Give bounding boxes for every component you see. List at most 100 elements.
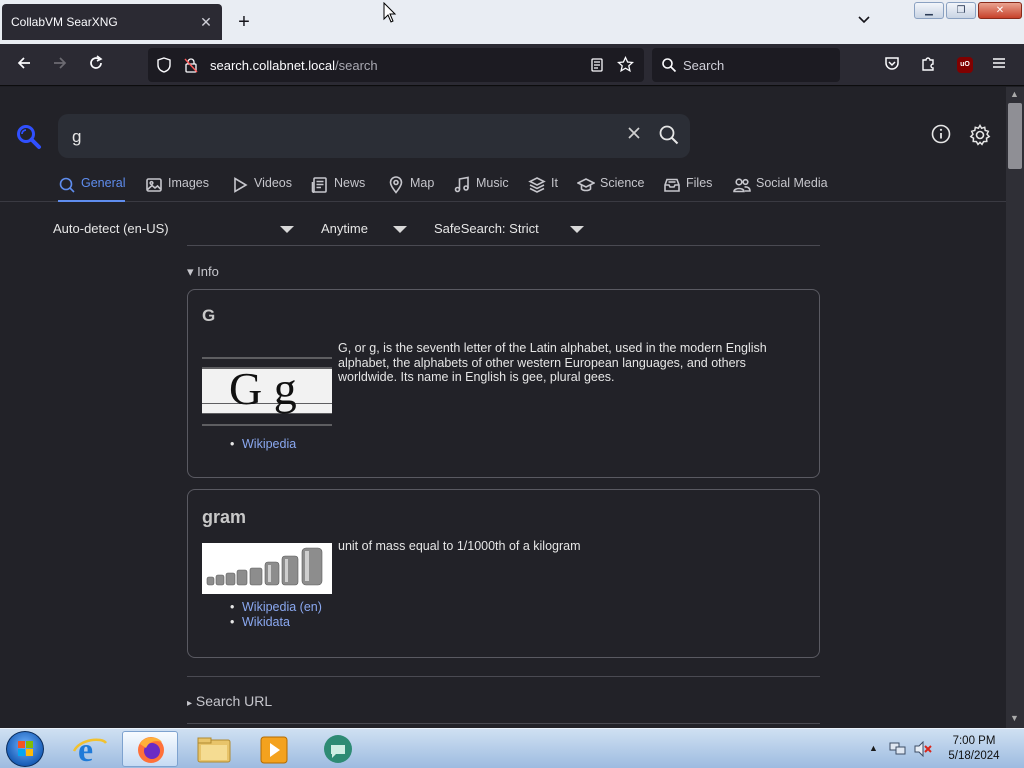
safesearch-value: SafeSearch: Strict <box>434 221 539 236</box>
url-bar[interactable]: search.collabnet.local/search <box>148 48 644 82</box>
search-input[interactable]: g <box>58 114 690 158</box>
infobox-g: G G g G, or g, is the seventh letter of … <box>187 289 820 478</box>
reload-icon[interactable] <box>85 54 107 76</box>
tab-files-label: Files <box>686 176 713 190</box>
internet-explorer-icon[interactable]: e <box>62 731 118 768</box>
browser-tab[interactable]: CollabVM SearXNG ✕ <box>2 4 222 40</box>
search-url-label: Search URL <box>195 693 273 709</box>
tab-news[interactable]: News <box>311 176 365 202</box>
play-icon <box>234 177 248 193</box>
clock-date: 5/18/2024 <box>948 750 1000 762</box>
tab-it-label: It <box>551 176 558 190</box>
infobox-gram: gram unit of mass equal to 1/1000th of a… <box>187 489 820 658</box>
url-host: search.collabnet.local <box>210 58 336 73</box>
tab-map[interactable]: Map <box>387 176 434 202</box>
extensions-puzzle-icon[interactable] <box>917 54 939 76</box>
infobox-title: gram <box>202 507 247 527</box>
tab-science[interactable]: Science <box>577 176 644 202</box>
weights-image[interactable] <box>202 543 332 594</box>
minimize-button[interactable]: ▁ <box>914 2 944 19</box>
search-icon <box>59 177 75 193</box>
results-divider <box>187 676 820 677</box>
shield-icon[interactable] <box>156 57 172 78</box>
about-info-icon[interactable] <box>930 123 954 147</box>
ublock-origin-icon[interactable]: uO <box>957 57 973 73</box>
tab-news-label: News <box>334 176 366 190</box>
back-arrow-icon[interactable] <box>13 54 35 76</box>
clear-search-icon[interactable] <box>624 125 644 145</box>
people-icon <box>733 178 751 193</box>
restore-button[interactable]: ❐ <box>946 2 976 19</box>
pocket-icon[interactable] <box>881 54 903 76</box>
tab-videos-label: Videos <box>254 176 292 190</box>
file-tray-icon <box>664 178 680 192</box>
wikipedia-link[interactable]: Wikipedia <box>230 437 296 451</box>
reader-view-icon[interactable] <box>589 57 605 78</box>
info-section-toggle[interactable]: ▾ Info <box>187 264 219 280</box>
tab-close-icon[interactable]: ✕ <box>198 14 214 30</box>
newspaper-icon <box>311 177 327 193</box>
network-icon[interactable] <box>889 741 907 762</box>
scroll-down-arrow-icon[interactable]: ▼ <box>1010 713 1019 723</box>
searxng-logo-icon[interactable] <box>15 123 43 151</box>
list-all-tabs-icon[interactable] <box>856 12 872 28</box>
mouse-cursor-icon <box>383 2 397 23</box>
search-url-toggle[interactable]: ▸ Search URL <box>187 693 272 709</box>
hamburger-menu-icon[interactable] <box>988 54 1010 76</box>
forward-arrow-icon[interactable] <box>49 54 71 76</box>
navigation-toolbar: search.collabnet.local/search Search uO <box>0 44 1024 86</box>
letter-g-image-text: G g <box>229 363 297 414</box>
search-url-triangle-icon: ▸ <box>187 698 193 709</box>
tab-general-label: General <box>81 176 126 190</box>
chat-app-icon[interactable] <box>310 731 366 767</box>
start-button-icon[interactable] <box>6 731 44 767</box>
window-controls: ▁ ❐ ✕ <box>914 2 1022 19</box>
language-select[interactable]: Auto-detect (en-US) <box>53 221 169 241</box>
tab-images[interactable]: Images <box>145 176 209 202</box>
time-range-select[interactable]: Anytime <box>321 221 368 241</box>
filters-divider <box>187 245 820 246</box>
tab-social-media[interactable]: Social Media <box>733 176 828 202</box>
wikidata-link[interactable]: Wikidata <box>230 615 290 629</box>
wikipedia-en-link[interactable]: Wikipedia (en) <box>230 600 322 614</box>
new-tab-button[interactable]: + <box>234 12 254 32</box>
safesearch-dropdown-chevron-icon[interactable] <box>570 226 584 233</box>
volume-muted-icon[interactable] <box>913 740 933 762</box>
tab-music-label: Music <box>476 176 509 190</box>
close-window-button[interactable]: ✕ <box>978 2 1022 19</box>
lock-insecure-icon[interactable] <box>183 57 199 78</box>
search-query-text[interactable]: g <box>72 127 81 147</box>
searxng-page: g General Images Videos News Map Music I… <box>0 87 1006 728</box>
time-range-dropdown-chevron-icon[interactable] <box>393 226 407 233</box>
tab-videos[interactable]: Videos <box>231 176 292 202</box>
music-note-icon <box>454 176 469 193</box>
tab-general[interactable]: General <box>58 176 126 202</box>
tab-music[interactable]: Music <box>453 176 509 202</box>
safesearch-select[interactable]: SafeSearch: Strict <box>434 221 539 241</box>
file-explorer-icon[interactable] <box>186 731 242 767</box>
category-tabs: General Images Videos News Map Music It <box>0 173 1006 202</box>
scroll-up-arrow-icon[interactable]: ▲ <box>1010 89 1019 99</box>
media-player-icon[interactable] <box>246 731 302 767</box>
info-section-label: Info <box>197 264 219 279</box>
image-icon <box>146 178 162 192</box>
scroll-thumb[interactable] <box>1008 103 1022 169</box>
windows-taskbar: e ▲ 7:00 PM 5/18/2024 <box>0 728 1024 768</box>
bookmark-star-icon[interactable] <box>616 55 635 78</box>
tab-it[interactable]: It <box>528 176 558 202</box>
browser-search-bar[interactable]: Search <box>652 48 840 82</box>
tab-files[interactable]: Files <box>663 176 712 202</box>
tab-social-media-label: Social Media <box>756 176 828 190</box>
preferences-gear-icon[interactable] <box>968 123 992 147</box>
firefox-taskbar-icon[interactable] <box>122 731 178 767</box>
submit-search-icon[interactable] <box>658 124 680 146</box>
show-hidden-icons-icon[interactable]: ▲ <box>869 743 878 753</box>
page-scrollbar[interactable]: ▲ ▼ <box>1006 87 1024 728</box>
language-dropdown-chevron-icon[interactable] <box>280 226 294 233</box>
taskbar-clock[interactable]: 7:00 PM 5/18/2024 <box>946 734 1002 764</box>
language-select-value: Auto-detect (en-US) <box>53 221 169 236</box>
browser-search-placeholder: Search <box>683 58 725 73</box>
layers-icon <box>528 177 546 193</box>
letter-g-image[interactable]: G g <box>202 354 332 428</box>
tab-map-label: Map <box>410 176 435 190</box>
